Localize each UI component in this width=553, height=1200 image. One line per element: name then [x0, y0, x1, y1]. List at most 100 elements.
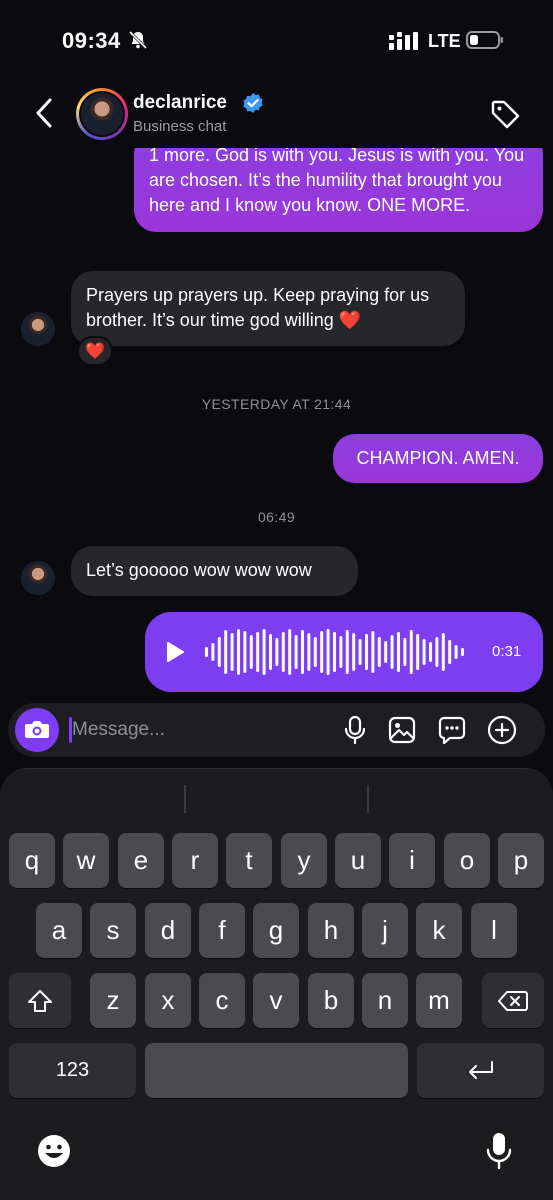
- waveform-bar: [256, 632, 260, 672]
- back-icon[interactable]: [30, 96, 60, 130]
- message-text: 1 more. God is with you. Jesus is with y…: [149, 148, 525, 215]
- camera-button[interactable]: [15, 708, 59, 752]
- waveform-bar: [352, 633, 356, 671]
- key-a[interactable]: a: [36, 903, 82, 958]
- key-r[interactable]: r: [172, 833, 218, 888]
- message-text: Let’s gooooo wow wow wow: [86, 560, 312, 580]
- verified-badge-icon: [243, 93, 263, 113]
- dictation-icon[interactable]: [484, 1131, 514, 1171]
- key-g[interactable]: g: [253, 903, 299, 958]
- status-time: 09:34: [62, 28, 121, 53]
- contact-name[interactable]: declanrice: [133, 92, 227, 114]
- shift-icon: [28, 989, 52, 1012]
- key-z[interactable]: z: [90, 973, 136, 1028]
- return-key[interactable]: [417, 1043, 544, 1098]
- backspace-icon: [498, 990, 528, 1011]
- key-x[interactable]: x: [145, 973, 191, 1028]
- timestamp: 06:49: [257, 509, 296, 525]
- message-text: CHAMPION. AMEN.: [356, 448, 520, 468]
- key-k[interactable]: k: [416, 903, 462, 958]
- key-v[interactable]: v: [253, 973, 299, 1028]
- key-m[interactable]: m: [416, 973, 462, 1028]
- message-bubble-outgoing[interactable]: CHAMPION. AMEN.: [333, 434, 543, 483]
- heart-reaction[interactable]: ❤️: [77, 336, 113, 366]
- add-icon[interactable]: [486, 714, 518, 746]
- sticker-icon[interactable]: [436, 714, 468, 746]
- waveform-bar: [313, 637, 317, 667]
- waveform-bar: [205, 647, 208, 657]
- waveform-bar: [275, 638, 279, 666]
- microphone-icon[interactable]: [339, 714, 371, 746]
- message-bubble-outgoing[interactable]: 1 more. God is with you. Jesus is with y…: [134, 148, 543, 232]
- message-input[interactable]: [72, 714, 322, 746]
- battery-icon: [466, 31, 503, 49]
- waveform-bar: [307, 633, 311, 671]
- waveform-bar: [345, 630, 349, 674]
- key-w[interactable]: w: [63, 833, 109, 888]
- key-o[interactable]: o: [444, 833, 490, 888]
- key-l[interactable]: l: [471, 903, 517, 958]
- key-c[interactable]: c: [199, 973, 245, 1028]
- key-i[interactable]: i: [389, 833, 435, 888]
- key-d[interactable]: d: [145, 903, 191, 958]
- waveform-bar: [326, 629, 330, 675]
- suggestion-divider: [367, 785, 369, 813]
- waveform-bar: [281, 632, 285, 672]
- waveform-bar: [294, 635, 298, 669]
- key-s[interactable]: s: [90, 903, 136, 958]
- waveform-bar: [224, 630, 228, 674]
- waveform-bar: [429, 642, 432, 662]
- waveform-bar: [448, 640, 452, 664]
- backspace-key[interactable]: [482, 973, 544, 1028]
- key-b[interactable]: b: [308, 973, 354, 1028]
- numbers-key[interactable]: 123: [9, 1043, 136, 1098]
- sender-avatar[interactable]: [21, 561, 55, 595]
- space-key[interactable]: [145, 1043, 408, 1098]
- waveform-bar: [320, 631, 324, 673]
- waveform-bar: [262, 629, 266, 675]
- key-n[interactable]: n: [362, 973, 408, 1028]
- gallery-icon[interactable]: [386, 714, 418, 746]
- timestamp: YESTERDAY AT 21:44: [201, 396, 352, 412]
- avatar[interactable]: [76, 88, 128, 140]
- waveform[interactable]: [205, 626, 475, 678]
- message-bubble-incoming[interactable]: Prayers up prayers up. Keep praying for …: [71, 271, 465, 346]
- waveform-bar: [435, 637, 439, 667]
- chat-header: declanrice Business chat: [0, 80, 553, 148]
- waveform-bar: [301, 630, 304, 674]
- key-f[interactable]: f: [199, 903, 245, 958]
- shift-key[interactable]: [9, 973, 71, 1028]
- waveform-bar: [217, 637, 221, 667]
- key-e[interactable]: e: [118, 833, 164, 888]
- waveform-bar: [333, 632, 336, 672]
- message-bubble-incoming[interactable]: Let’s gooooo wow wow wow: [71, 546, 358, 596]
- key-j[interactable]: j: [362, 903, 408, 958]
- waveform-bar: [269, 634, 272, 670]
- waveform-bar: [397, 632, 400, 672]
- waveform-bar: [288, 629, 292, 675]
- waveform-bar: [403, 638, 407, 666]
- waveform-bar: [377, 637, 381, 667]
- voice-message[interactable]: 0:31: [145, 612, 543, 692]
- key-t[interactable]: t: [226, 833, 272, 888]
- tag-icon[interactable]: [489, 98, 521, 130]
- waveform-bar: [409, 630, 413, 674]
- play-icon[interactable]: [165, 641, 185, 663]
- message-list[interactable]: 1 more. God is with you. Jesus is with y…: [0, 148, 553, 700]
- key-h[interactable]: h: [308, 903, 354, 958]
- status-bar: 09:34 LTE: [0, 0, 553, 80]
- waveform-bar: [211, 643, 215, 661]
- key-y[interactable]: y: [281, 833, 327, 888]
- emoji-icon[interactable]: [36, 1133, 72, 1169]
- key-u[interactable]: u: [335, 833, 381, 888]
- waveform-bar: [441, 633, 445, 671]
- key-q[interactable]: q: [9, 833, 55, 888]
- waveform-bar: [390, 635, 394, 669]
- key-p[interactable]: p: [498, 833, 544, 888]
- sender-avatar[interactable]: [21, 312, 55, 346]
- waveform-bar: [384, 641, 388, 663]
- waveform-bar: [422, 639, 426, 665]
- business-chat-label: Business chat: [133, 118, 227, 135]
- message-text: Prayers up prayers up. Keep praying for …: [86, 285, 430, 330]
- waveform-bar: [339, 636, 343, 668]
